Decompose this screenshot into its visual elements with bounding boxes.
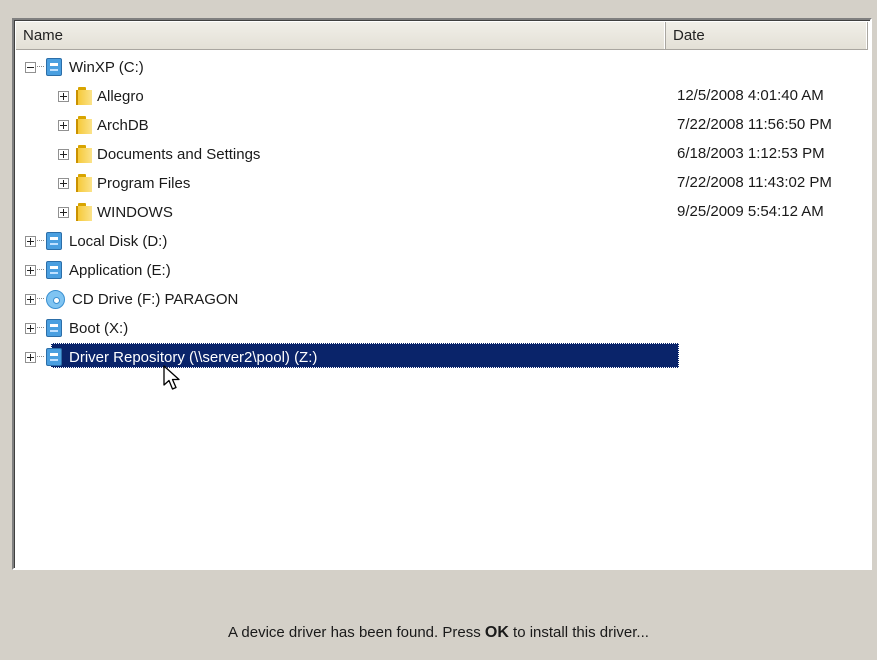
tree-item-label: WINDOWS bbox=[97, 203, 173, 221]
tree-connector bbox=[37, 240, 44, 242]
expand-icon[interactable] bbox=[58, 148, 69, 160]
tree-connector bbox=[37, 66, 44, 68]
tree-connector bbox=[37, 298, 44, 300]
tree-connector bbox=[37, 356, 44, 358]
tree-connector bbox=[37, 269, 44, 271]
folder-icon bbox=[69, 87, 92, 105]
drive-icon bbox=[46, 348, 62, 366]
mouse-pointer-icon bbox=[163, 365, 180, 390]
folder-tree-panel: Name Date WinXP (C:) Allegro 12/5/2008 4… bbox=[12, 18, 872, 570]
tree-row-local-disk-d[interactable]: Local Disk (D:) bbox=[16, 230, 868, 259]
tree-row-cd-drive-f[interactable]: CD Drive (F:) PARAGON bbox=[16, 288, 868, 317]
tree-item-label: Program Files bbox=[97, 174, 191, 192]
expand-icon[interactable] bbox=[58, 90, 69, 102]
column-header: Name Date bbox=[16, 22, 868, 50]
tree-view: WinXP (C:) Allegro 12/5/2008 4:01:40 AM … bbox=[16, 56, 868, 375]
expand-icon[interactable] bbox=[25, 293, 36, 305]
tree-row-archdb[interactable]: ArchDB 7/22/2008 11:56:50 PM bbox=[16, 114, 868, 143]
tree-item-label: ArchDB bbox=[97, 116, 149, 134]
status-message: A device driver has been found. Press OK… bbox=[0, 624, 877, 642]
tree-item-date: 12/5/2008 4:01:40 AM bbox=[677, 87, 824, 104]
expand-icon[interactable] bbox=[58, 206, 69, 218]
tree-item-date: 7/22/2008 11:43:02 PM bbox=[677, 174, 832, 191]
tree-item-date: 7/22/2008 11:56:50 PM bbox=[677, 116, 832, 133]
folder-icon bbox=[69, 145, 92, 163]
tree-row-winxp-c[interactable]: WinXP (C:) bbox=[16, 56, 868, 85]
tree-item-label: Documents and Settings bbox=[97, 145, 261, 163]
tree-item-label: Boot (X:) bbox=[69, 319, 129, 337]
tree-item-date: 6/18/2003 1:12:53 PM bbox=[677, 145, 825, 162]
status-text-after: to install this driver... bbox=[508, 624, 649, 641]
tree-item-date: 9/25/2009 5:54:12 AM bbox=[677, 203, 824, 220]
cd-drive-icon bbox=[46, 289, 65, 309]
column-header-date[interactable]: Date bbox=[666, 22, 868, 50]
expand-icon[interactable] bbox=[58, 177, 69, 189]
folder-icon bbox=[69, 203, 92, 221]
drive-icon bbox=[46, 232, 62, 250]
drive-icon bbox=[46, 319, 62, 337]
tree-item-label: WinXP (C:) bbox=[69, 58, 144, 76]
drive-icon bbox=[46, 58, 62, 76]
expand-icon[interactable] bbox=[25, 235, 36, 247]
expand-icon[interactable] bbox=[25, 264, 36, 276]
status-ok-label: OK bbox=[484, 624, 509, 641]
expand-icon[interactable] bbox=[25, 351, 36, 363]
tree-row-boot-x[interactable]: Boot (X:) bbox=[16, 317, 868, 346]
status-text-before: A device driver has been found. Press bbox=[228, 624, 485, 641]
tree-item-label: Local Disk (D:) bbox=[69, 232, 168, 250]
drive-icon bbox=[46, 261, 62, 279]
expand-icon[interactable] bbox=[58, 119, 69, 131]
collapse-icon[interactable] bbox=[25, 61, 36, 73]
folder-icon bbox=[69, 116, 92, 134]
tree-item-label: CD Drive (F:) PARAGON bbox=[72, 290, 239, 308]
tree-item-label: Application (E:) bbox=[69, 261, 171, 279]
tree-row-application-e[interactable]: Application (E:) bbox=[16, 259, 868, 288]
tree-row-driver-repository-z[interactable]: Driver Repository (\\server2\pool) (Z:) bbox=[16, 343, 868, 375]
folder-icon bbox=[69, 174, 92, 192]
tree-row-documents-and-settings[interactable]: Documents and Settings 6/18/2003 1:12:53… bbox=[16, 143, 868, 172]
tree-row-windows[interactable]: WINDOWS 9/25/2009 5:54:12 AM bbox=[16, 201, 868, 230]
column-header-name[interactable]: Name bbox=[16, 22, 666, 50]
tree-item-label: Driver Repository (\\server2\pool) (Z:) bbox=[69, 348, 318, 366]
tree-row-program-files[interactable]: Program Files 7/22/2008 11:43:02 PM bbox=[16, 172, 868, 201]
tree-connector bbox=[37, 327, 44, 329]
tree-item-label: Allegro bbox=[97, 87, 144, 105]
expand-icon[interactable] bbox=[25, 322, 36, 334]
tree-row-allegro[interactable]: Allegro 12/5/2008 4:01:40 AM bbox=[16, 85, 868, 114]
